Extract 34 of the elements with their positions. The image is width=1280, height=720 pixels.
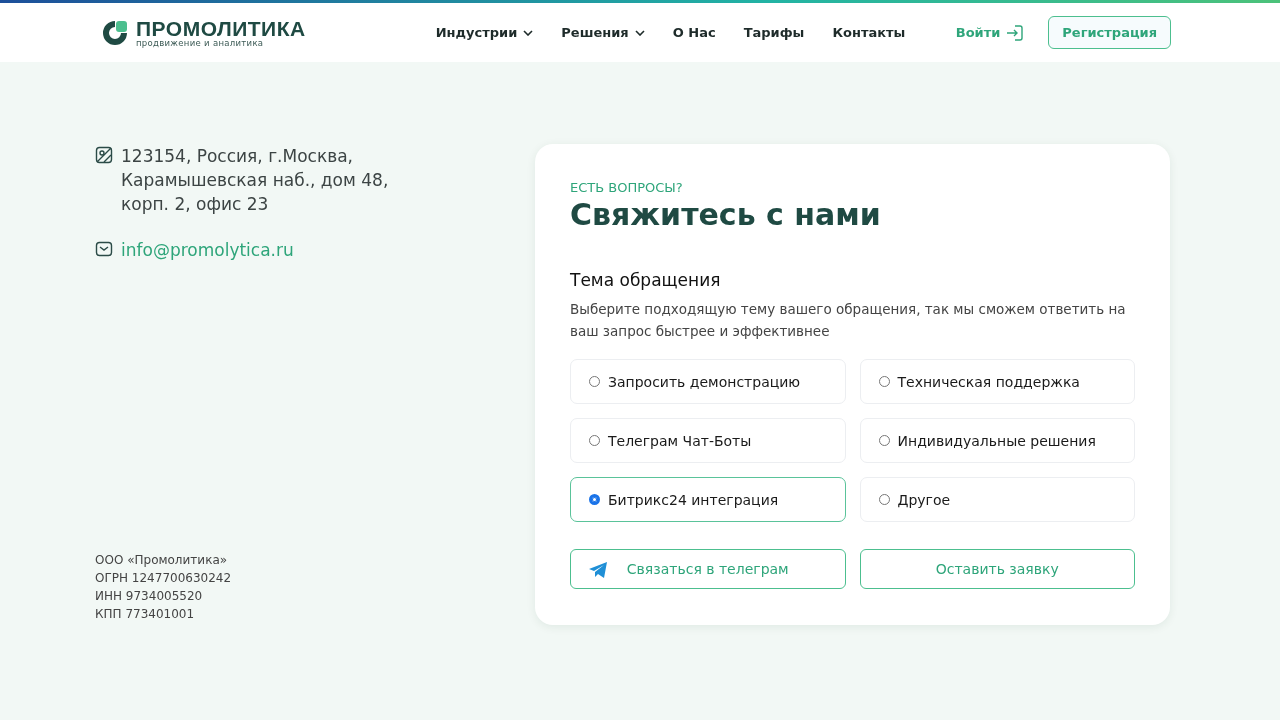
map-icon bbox=[95, 146, 113, 164]
eyebrow-text: ЕСТЬ ВОПРОСЫ? bbox=[570, 180, 684, 195]
topic-option[interactable]: Битрикс24 интеграция bbox=[570, 477, 846, 522]
address-text: 123154, Россия, г.Москва, Карамышевская наб., дом 48, корп. 2, офис 23 bbox=[121, 145, 390, 216]
mail-icon bbox=[95, 240, 113, 258]
nav-link[interactable]: О Нас bbox=[672, 25, 716, 40]
paper-plane-icon bbox=[589, 562, 607, 578]
nav-link[interactable]: Контакты bbox=[832, 25, 906, 40]
radio-button[interactable] bbox=[878, 435, 890, 446]
login-icon bbox=[1006, 23, 1025, 42]
chevron-down-icon bbox=[634, 29, 645, 36]
company-info: ООО «Промолитика» bbox=[95, 553, 229, 567]
topic-option[interactable]: Другое bbox=[859, 477, 1135, 522]
topic-option[interactable]: Запросить демонстрацию bbox=[570, 359, 846, 404]
company-info: ОГРН 1247700630242 bbox=[95, 571, 233, 585]
nav-link[interactable]: Индустрии bbox=[435, 25, 534, 40]
topic-title: Тема обращения bbox=[570, 270, 722, 290]
topic-option[interactable]: Индивидуальные решения bbox=[859, 418, 1135, 463]
topic-option[interactable]: Техническая поддержка bbox=[859, 359, 1135, 404]
logo-tagline: продвижение и аналитика bbox=[136, 38, 265, 48]
radio-button[interactable] bbox=[589, 435, 600, 446]
company-info: ИНН 9734005520 bbox=[95, 589, 204, 603]
form-title: Свяжитесь с нами bbox=[570, 197, 882, 232]
topic-option[interactable]: Телеграм Чат-Боты bbox=[570, 418, 846, 463]
radio-button[interactable] bbox=[878, 494, 890, 505]
logo-name: ПРОМОЛИТИКА bbox=[136, 17, 306, 39]
company-info: КПП 773401001 bbox=[95, 607, 196, 621]
topic-hint: Выберите подходящую тему вашего обращения, так мы сможем ответить на ваш запрос быстрее и эффективнее bbox=[570, 300, 1127, 341]
nav-link[interactable]: Решения bbox=[561, 25, 645, 40]
radio-button[interactable] bbox=[589, 376, 600, 387]
nav-link[interactable]: Тарифы bbox=[743, 25, 805, 40]
chevron-down-icon bbox=[523, 29, 534, 36]
radio-button[interactable] bbox=[589, 494, 600, 505]
radio-button[interactable] bbox=[878, 376, 890, 387]
